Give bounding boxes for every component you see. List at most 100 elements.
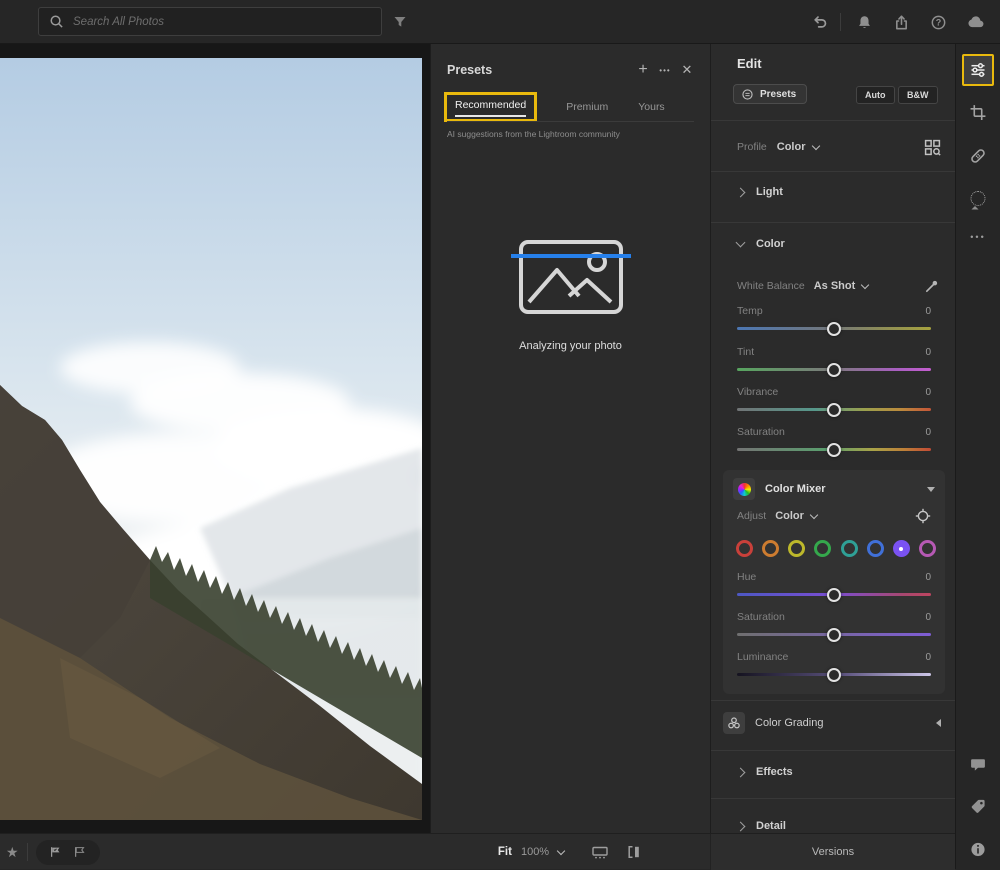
svg-text:?: ? (935, 17, 941, 27)
edit-panel-title: Edit (737, 56, 762, 71)
bw-button[interactable]: B&W (898, 86, 938, 104)
color-mixer-header[interactable]: Color Mixer (733, 477, 935, 501)
search-input[interactable] (73, 16, 371, 28)
versions-button[interactable]: Versions (710, 834, 955, 870)
more-tools-icon[interactable]: ••• (970, 232, 985, 242)
profile-browse-icon[interactable] (924, 139, 941, 156)
presets-tabs: Recommended Premium Yours (444, 92, 680, 122)
adjust-value[interactable]: Color (775, 510, 804, 522)
luminance-label: Luminance (737, 651, 788, 663)
section-color-grading[interactable]: Color Grading (723, 712, 941, 734)
temp-slider: Temp0 (737, 304, 931, 330)
presets-more-icon[interactable]: ••• (654, 66, 676, 75)
swatch-orange[interactable] (762, 540, 779, 557)
vibrance-value: 0 (925, 387, 931, 398)
chevron-down-icon[interactable] (811, 142, 819, 150)
flag-reject-icon[interactable] (73, 845, 87, 859)
eyedropper-icon[interactable] (924, 279, 939, 294)
saturation-value: 0 (925, 427, 931, 438)
luminance-knob[interactable] (827, 668, 841, 682)
swatch-purple[interactable] (893, 540, 910, 557)
hue-knob[interactable] (827, 588, 841, 602)
notifications-bell-icon[interactable] (849, 0, 879, 44)
collapse-triangle-icon[interactable] (936, 719, 941, 727)
presets-panel-title: Presets (447, 63, 632, 77)
masking-tool-icon[interactable] (971, 191, 986, 206)
temp-knob[interactable] (827, 322, 841, 336)
add-preset-icon[interactable]: + (632, 61, 654, 79)
chevron-right-icon (736, 767, 746, 777)
help-icon[interactable]: ? (923, 0, 953, 44)
filter-icon[interactable] (385, 0, 415, 44)
profile-row: Profile Color (737, 136, 941, 158)
swatch-green[interactable] (814, 540, 831, 557)
mixer-saturation-slider: Saturation0 (737, 610, 931, 636)
tint-track[interactable] (737, 368, 931, 371)
tab-yours[interactable]: Yours (636, 101, 666, 113)
auto-button[interactable]: Auto (856, 86, 895, 104)
healing-tool-icon[interactable] (969, 147, 987, 165)
temp-label: Temp (737, 305, 763, 317)
undo-icon[interactable] (804, 0, 834, 44)
color-swatches (736, 540, 936, 557)
flag-pick-icon[interactable] (49, 845, 63, 859)
swatch-red[interactable] (736, 540, 753, 557)
scan-line (511, 254, 631, 258)
section-effects[interactable]: Effects (737, 766, 793, 778)
section-detail[interactable]: Detail (737, 820, 786, 832)
crop-tool-icon[interactable] (970, 104, 987, 121)
tint-knob[interactable] (827, 363, 841, 377)
saturation-knob[interactable] (827, 443, 841, 457)
vibrance-knob[interactable] (827, 403, 841, 417)
photo-mountain-landscape (0, 58, 422, 820)
adjust-row: Adjust Color (737, 508, 931, 524)
saturation-label: Saturation (737, 426, 785, 438)
tint-label: Tint (737, 346, 754, 358)
presets-close-icon[interactable]: ✕ (676, 62, 698, 78)
chevron-down-icon[interactable] (861, 281, 869, 289)
chevron-down-icon[interactable] (557, 847, 565, 855)
fit-button[interactable]: Fit (498, 846, 512, 858)
swatch-magenta[interactable] (919, 540, 936, 557)
presets-button-icon (741, 88, 754, 101)
divider (711, 120, 955, 121)
comments-icon[interactable] (970, 756, 987, 773)
vibrance-label: Vibrance (737, 386, 778, 398)
swatch-blue[interactable] (867, 540, 884, 557)
analyzing-placeholder (431, 240, 710, 314)
collapse-triangle-icon[interactable] (927, 487, 935, 492)
cloud-sync-icon[interactable] (961, 0, 991, 44)
temp-track[interactable] (737, 327, 931, 330)
zoom-level[interactable]: 100% (521, 846, 549, 858)
mixer-saturation-track[interactable] (737, 633, 931, 636)
targeted-adjustment-icon[interactable] (915, 508, 931, 524)
vibrance-track[interactable] (737, 408, 931, 411)
mixer-saturation-label: Saturation (737, 611, 785, 623)
search-box[interactable] (38, 7, 382, 36)
white-balance-value[interactable]: As Shot (814, 280, 856, 292)
chevron-down-icon[interactable] (810, 511, 818, 519)
keywords-tag-icon[interactable] (970, 798, 987, 815)
color-wheel-icon (733, 478, 755, 500)
color-mixer-card: Color Mixer Adjust Color Hue0 Saturation… (723, 470, 945, 694)
star-rating-icon[interactable]: ★ (6, 844, 19, 861)
profile-value[interactable]: Color (777, 141, 806, 153)
swatch-aqua[interactable] (841, 540, 858, 557)
tab-premium[interactable]: Premium (564, 101, 610, 113)
before-after-icon[interactable] (626, 844, 642, 860)
presets-toggle-button[interactable]: Presets (733, 84, 807, 104)
luminance-track[interactable] (737, 673, 931, 676)
info-icon[interactable] (970, 841, 987, 858)
edit-tool-icon[interactable] (962, 54, 994, 86)
section-light[interactable]: Light (737, 186, 783, 198)
filmstrip-toggle-icon[interactable] (591, 844, 609, 860)
mixer-saturation-knob[interactable] (827, 628, 841, 642)
analyzing-status-text: Analyzing your photo (431, 340, 710, 352)
tab-recommended[interactable]: Recommended (444, 92, 537, 122)
swatch-yellow[interactable] (788, 540, 805, 557)
hue-track[interactable] (737, 593, 931, 596)
share-icon[interactable] (886, 0, 916, 44)
section-color[interactable]: Color (737, 238, 785, 250)
photo-canvas-area (0, 44, 430, 833)
saturation-track[interactable] (737, 448, 931, 451)
